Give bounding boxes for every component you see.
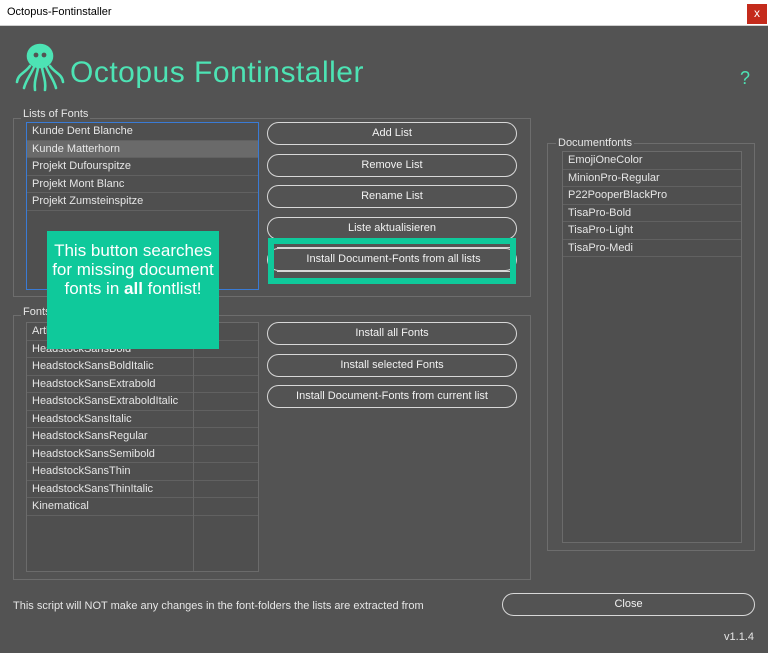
octopus-logo-icon xyxy=(15,43,65,92)
font-row[interactable]: HeadstockSansItalic xyxy=(27,411,258,428)
font-row[interactable]: HeadstockSansExtraboldItalic xyxy=(27,393,258,411)
font-row[interactable]: HeadstockSansExtrabold xyxy=(27,376,258,393)
refresh-list-button[interactable]: Liste aktualisieren xyxy=(267,217,517,240)
window-title: Octopus-Fontinstaller xyxy=(7,6,112,18)
install-document-fonts-current-list-button[interactable]: Install Document-Fonts from current list xyxy=(267,385,517,408)
documentfonts-label: Documentfonts xyxy=(556,137,634,149)
app-title: Octopus Fontinstaller xyxy=(70,56,364,89)
lists-of-fonts-label: Lists of Fonts xyxy=(21,108,91,120)
window-titlebar: Octopus-Fontinstaller x xyxy=(0,0,768,26)
close-button[interactable]: Close xyxy=(502,593,755,616)
font-row[interactable]: HeadstockSansRegular xyxy=(27,428,258,446)
list-item[interactable]: Kunde Dent Blanche xyxy=(27,123,258,141)
install-selected-fonts-button[interactable]: Install selected Fonts xyxy=(267,354,517,377)
install-all-fonts-button[interactable]: Install all Fonts xyxy=(267,322,517,345)
font-row[interactable]: Kinematical xyxy=(27,498,258,516)
callout-bold-word: all xyxy=(124,279,143,298)
window-close-button[interactable]: x xyxy=(747,4,767,24)
fonts-listbox[interactable]: Arthur HeadstockSansBold HeadstockSansBo… xyxy=(26,322,259,572)
font-row[interactable]: HeadstockSansSemibold xyxy=(27,446,258,463)
font-row[interactable]: HeadstockSansBoldItalic xyxy=(27,358,258,376)
document-font-row[interactable]: EmojiOneColor xyxy=(563,152,741,170)
document-font-row[interactable]: TisaPro-Bold xyxy=(563,205,741,222)
document-font-row[interactable]: TisaPro-Medi xyxy=(563,240,741,257)
remove-list-button[interactable]: Remove List xyxy=(267,154,517,177)
help-button[interactable]: ? xyxy=(740,68,750,89)
version-label: v1.1.4 xyxy=(724,631,754,643)
list-item[interactable]: Projekt Mont Blanc xyxy=(27,176,258,193)
callout-text-2: fontlist! xyxy=(147,279,202,298)
document-font-row[interactable]: P22PooperBlackPro xyxy=(563,187,741,205)
annotation-callout: This button searches for missing documen… xyxy=(47,231,219,349)
document-font-row[interactable]: TisaPro-Light xyxy=(563,222,741,240)
column-divider xyxy=(193,323,194,571)
documentfonts-listbox[interactable]: EmojiOneColor MinionPro-Regular P22Poope… xyxy=(562,151,742,543)
add-list-button[interactable]: Add List xyxy=(267,122,517,145)
list-item[interactable]: Projekt Dufourspitze xyxy=(27,158,258,176)
rename-list-button[interactable]: Rename List xyxy=(267,185,517,208)
footer-note: This script will NOT make any changes in… xyxy=(13,600,424,612)
font-row[interactable]: HeadstockSansThinItalic xyxy=(27,481,258,498)
install-document-fonts-all-lists-button[interactable]: Install Document-Fonts from all lists xyxy=(277,247,510,272)
list-item[interactable]: Projekt Zumsteinspitze xyxy=(27,193,258,211)
document-font-row[interactable]: MinionPro-Regular xyxy=(563,170,741,187)
font-row[interactable]: HeadstockSansThin xyxy=(27,463,258,481)
list-item[interactable]: Kunde Matterhorn xyxy=(27,140,258,158)
